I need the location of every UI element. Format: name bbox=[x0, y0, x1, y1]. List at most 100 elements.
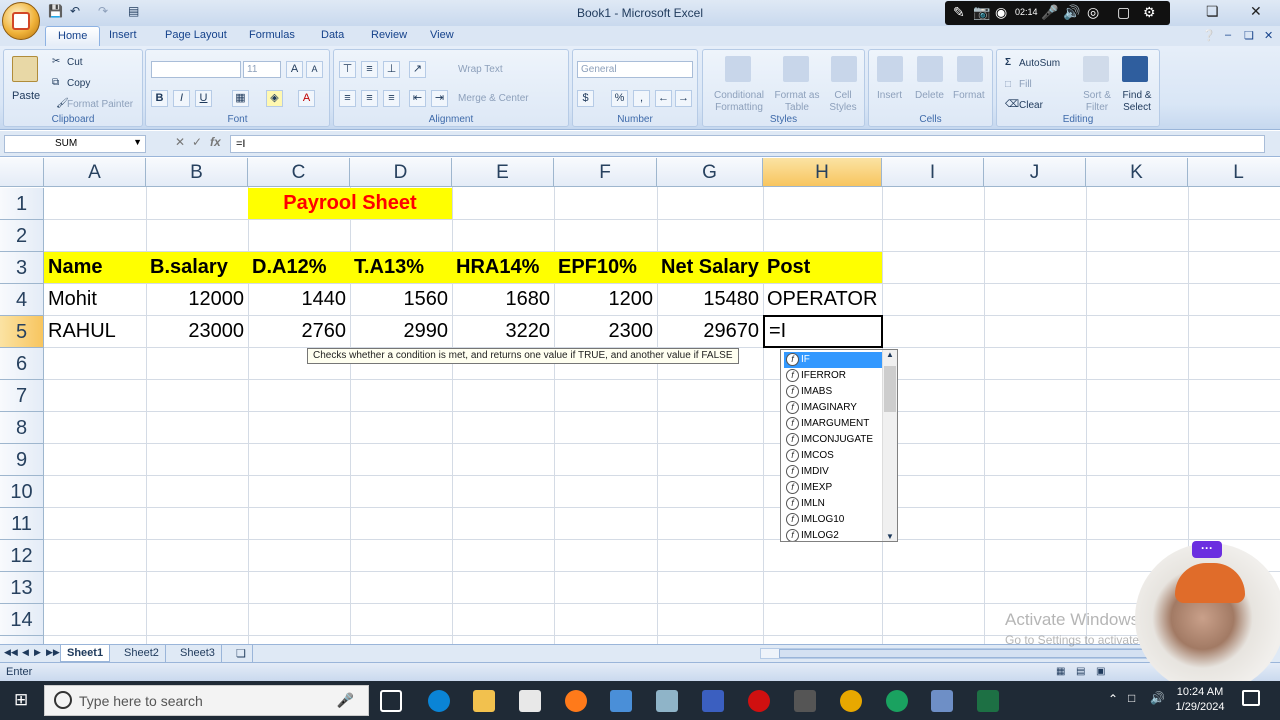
volume-icon[interactable]: 🔊 bbox=[1150, 691, 1165, 705]
prev-sheet-icon[interactable]: ◀ bbox=[22, 647, 29, 658]
office-button[interactable] bbox=[2, 2, 40, 40]
autocomplete-item[interactable]: f IMARGUMENT bbox=[784, 416, 882, 432]
table-cell[interactable]: OPERATOR bbox=[763, 284, 882, 315]
paste-icon[interactable] bbox=[12, 56, 38, 82]
chrome-canary-icon[interactable] bbox=[840, 690, 862, 712]
tab-formulas[interactable]: Formulas bbox=[249, 29, 295, 41]
insert-function-button[interactable]: fx bbox=[210, 135, 221, 149]
table-cell[interactable]: 1680 bbox=[452, 284, 554, 315]
copy-icon[interactable]: ⧉ bbox=[52, 77, 59, 88]
sheet-tab-sheet3[interactable]: Sheet3 bbox=[174, 645, 222, 662]
table-cell[interactable]: 29670 bbox=[657, 316, 763, 347]
autocomplete-item[interactable]: f IFERROR bbox=[784, 368, 882, 384]
binoculars-icon[interactable] bbox=[1122, 56, 1148, 82]
app-icon[interactable] bbox=[931, 690, 953, 712]
italic-button[interactable]: I bbox=[173, 90, 190, 107]
cell-styles-icon[interactable] bbox=[831, 56, 857, 82]
cut-icon[interactable]: ✂ bbox=[52, 56, 60, 67]
task-view-icon[interactable] bbox=[380, 690, 402, 712]
header-cell-net-salary[interactable]: Net Salary bbox=[657, 252, 763, 283]
autocomplete-item[interactable]: f IMAGINARY bbox=[784, 400, 882, 416]
row-header-9[interactable]: 9 bbox=[0, 444, 44, 476]
comma-button[interactable]: , bbox=[633, 90, 650, 107]
autosum-button[interactable]: AutoSum bbox=[1019, 58, 1060, 69]
excel-icon[interactable] bbox=[977, 690, 999, 712]
autocomplete-item[interactable]: f IMLN bbox=[784, 496, 882, 512]
first-sheet-icon[interactable]: ◀◀ bbox=[4, 647, 18, 658]
decrease-decimal-icon[interactable]: → bbox=[675, 90, 692, 107]
insert-button[interactable]: Insert bbox=[877, 90, 902, 101]
scroll-down-icon[interactable]: ▼ bbox=[886, 532, 894, 541]
taskbar-clock[interactable]: 10:24 AM 1/29/2024 bbox=[1170, 685, 1230, 715]
decrease-indent-icon[interactable]: ⇤ bbox=[409, 90, 426, 107]
redo-icon[interactable]: ↷ bbox=[98, 4, 108, 20]
table-cell[interactable]: 2760 bbox=[248, 316, 350, 347]
microphone-icon[interactable]: 🎤 bbox=[1041, 4, 1058, 21]
sheet-tab-sheet1[interactable]: Sheet1 bbox=[60, 645, 111, 662]
taskbar-search-input[interactable]: Type here to search 🎤 bbox=[44, 685, 369, 716]
delete-button[interactable]: Delete bbox=[915, 90, 944, 101]
increase-indent-icon[interactable]: ⇥ bbox=[431, 90, 448, 107]
cell-styles-button[interactable]: Cell Styles bbox=[825, 90, 861, 114]
recorder-icon[interactable] bbox=[748, 690, 770, 712]
cancel-icon[interactable]: ✕ bbox=[175, 135, 185, 149]
table-cell[interactable]: Mohit bbox=[44, 284, 146, 315]
conditional-formatting-button[interactable]: Conditional Formatting bbox=[709, 90, 769, 114]
align-middle-icon[interactable]: ≡ bbox=[361, 61, 378, 78]
page-layout-view-icon[interactable]: ▤ bbox=[1076, 666, 1085, 677]
firefox-icon[interactable] bbox=[565, 690, 587, 712]
font-color-icon[interactable]: A bbox=[298, 90, 315, 107]
autocomplete-item[interactable]: f IMDIV bbox=[784, 464, 882, 480]
find-select-button[interactable]: Find & Select bbox=[1117, 90, 1157, 114]
currency-button[interactable]: $ bbox=[577, 90, 594, 107]
autocomplete-item[interactable]: f IMLOG2 bbox=[784, 528, 882, 541]
format-painter-button[interactable]: Format Painter bbox=[67, 99, 133, 110]
row-header-8[interactable]: 8 bbox=[0, 412, 44, 444]
tab-insert[interactable]: Insert bbox=[109, 29, 137, 41]
percent-button[interactable]: % bbox=[611, 90, 628, 107]
autocomplete-item[interactable]: f IMABS bbox=[784, 384, 882, 400]
table-cell[interactable]: 2990 bbox=[350, 316, 452, 347]
row-header-15[interactable]: 15 bbox=[0, 636, 44, 644]
sheet-tab-sheet2[interactable]: Sheet2 bbox=[118, 645, 166, 662]
format-cells-icon[interactable] bbox=[957, 56, 983, 82]
bold-button[interactable]: B bbox=[151, 90, 168, 107]
sheet-title[interactable]: Payrool Sheet bbox=[248, 188, 452, 219]
tab-review[interactable]: Review bbox=[371, 29, 407, 41]
format-button[interactable]: Format bbox=[953, 90, 985, 101]
column-header-e[interactable]: E bbox=[452, 158, 554, 187]
insert-cells-icon[interactable] bbox=[877, 56, 903, 82]
next-sheet-icon[interactable]: ▶ bbox=[34, 647, 41, 658]
customize-qat-icon[interactable]: ▤ bbox=[128, 4, 139, 20]
fill-color-icon[interactable]: ◈ bbox=[266, 90, 283, 107]
windows-start-icon[interactable]: ⊞ bbox=[14, 690, 28, 710]
align-center-icon[interactable]: ≡ bbox=[361, 90, 378, 107]
active-cell-value[interactable]: =I bbox=[765, 317, 881, 346]
increase-decimal-icon[interactable]: ← bbox=[655, 90, 672, 107]
autocomplete-item[interactable]: f IMLOG10 bbox=[784, 512, 882, 528]
undo-icon[interactable]: ↶ bbox=[70, 4, 80, 20]
tab-data[interactable]: Data bbox=[321, 29, 344, 41]
font-name-box[interactable] bbox=[151, 61, 241, 78]
close-icon[interactable]: ✕ bbox=[1250, 3, 1262, 20]
header-cell-ta[interactable]: T.A13% bbox=[350, 252, 452, 283]
wrap-text-button[interactable]: Wrap Text bbox=[458, 64, 503, 75]
row-header-10[interactable]: 10 bbox=[0, 476, 44, 508]
table-cell[interactable]: 12000 bbox=[146, 284, 248, 315]
save-icon[interactable]: 💾 bbox=[48, 4, 63, 20]
minimize-ribbon-icon[interactable]: – bbox=[1225, 29, 1231, 41]
close-workbook-icon[interactable]: ✕ bbox=[1264, 29, 1273, 42]
column-header-i[interactable]: I bbox=[882, 158, 984, 187]
delete-cells-icon[interactable] bbox=[917, 56, 943, 82]
speaker-icon[interactable]: 🔊 bbox=[1063, 4, 1080, 21]
fill-button[interactable]: Fill bbox=[1019, 79, 1032, 90]
sort-filter-button[interactable]: Sort & Filter bbox=[1079, 90, 1115, 114]
orientation-icon[interactable]: ↗ bbox=[409, 61, 426, 78]
app-icon[interactable] bbox=[656, 690, 678, 712]
row-header-6[interactable]: 6 bbox=[0, 348, 44, 380]
more-options-icon[interactable]: ··· bbox=[1192, 541, 1222, 558]
row-header-12[interactable]: 12 bbox=[0, 540, 44, 572]
cut-button[interactable]: Cut bbox=[67, 57, 83, 68]
page-break-view-icon[interactable]: ▣ bbox=[1096, 666, 1105, 677]
tab-page-layout[interactable]: Page Layout bbox=[165, 29, 227, 41]
